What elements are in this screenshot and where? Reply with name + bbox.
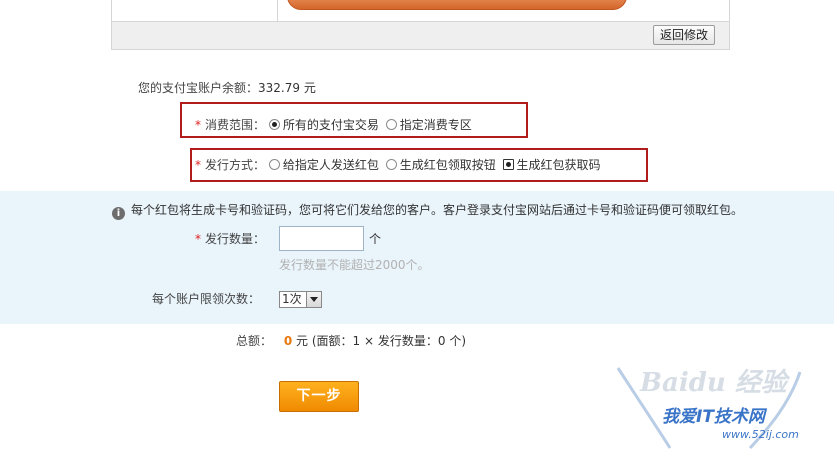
total-amount: 0 bbox=[283, 334, 293, 348]
info-icon: i bbox=[112, 207, 125, 220]
total-label: 总额： bbox=[236, 334, 273, 348]
quantity-hint: 发行数量不能超过2000个。 bbox=[279, 258, 430, 272]
quantity-input[interactable] bbox=[279, 226, 364, 251]
scope-zone-radio[interactable] bbox=[385, 119, 397, 130]
back-to-edit-button[interactable]: 返回修改 bbox=[652, 25, 715, 45]
balance-value: 332.79 元 bbox=[258, 81, 316, 95]
limit-select[interactable]: 1次 bbox=[279, 291, 322, 308]
balance-row: 您的支付宝账户余额：332.79 元 bbox=[138, 80, 316, 96]
total-detail: (面额：1 × 发行数量：0 个) bbox=[311, 334, 467, 348]
scope-row: * 消费范围： 所有的支付宝交易 指定消费专区 bbox=[195, 117, 475, 133]
scope-zone-label[interactable]: 指定消费专区 bbox=[400, 118, 472, 132]
required-mark: * bbox=[195, 118, 201, 132]
issue-button-radio[interactable] bbox=[385, 159, 397, 170]
scope-all-radio[interactable] bbox=[268, 119, 280, 130]
quantity-label-row: * 发行数量： bbox=[195, 231, 265, 247]
required-mark: * bbox=[195, 232, 201, 246]
next-step-button[interactable]: 下一步 bbox=[279, 381, 359, 412]
quantity-label: 发行数量： bbox=[205, 232, 266, 246]
quantity-unit: 个 bbox=[369, 232, 382, 246]
preview-panel: 返回修改 bbox=[111, 0, 730, 50]
info-text: 每个红包将生成卡号和验证码，您可将它们发给您的客户。客户登录支付宝网站后通过卡号… bbox=[131, 203, 744, 217]
total-unit: 元 bbox=[296, 334, 309, 348]
chevron-down-icon[interactable] bbox=[306, 292, 321, 307]
watermark-brand: Baidu 经验 bbox=[640, 368, 787, 398]
info-row: i 每个红包将生成卡号和验证码，您可将它们发给您的客户。客户登录支付宝网站后通过卡… bbox=[112, 202, 743, 220]
issue-code-radio[interactable] bbox=[502, 159, 514, 170]
issue-method-row: * 发行方式： 给指定人发送红包 生成红包领取按钮 生成红包获取码 bbox=[195, 157, 604, 173]
red-envelope-preview-banner bbox=[287, 0, 627, 10]
total-row: 总额： 0 元 (面额：1 × 发行数量：0 个) bbox=[236, 333, 466, 349]
issue-send-label[interactable]: 给指定人发送红包 bbox=[283, 158, 379, 172]
issue-code-label[interactable]: 生成红包获取码 bbox=[517, 158, 601, 172]
limit-label: 每个账户限领次数： bbox=[152, 292, 261, 306]
preview-footer: 返回修改 bbox=[112, 21, 729, 49]
preview-left-cell bbox=[112, 0, 278, 21]
scope-label: 消费范围： bbox=[205, 118, 266, 132]
issue-send-radio[interactable] bbox=[268, 159, 280, 170]
watermark: Baidu 经验 我爱IT技术网 www.52ij.com bbox=[600, 362, 834, 449]
issue-button-label[interactable]: 生成红包领取按钮 bbox=[400, 158, 496, 172]
balance-label: 您的支付宝账户余额： bbox=[138, 81, 259, 95]
scope-all-label[interactable]: 所有的支付宝交易 bbox=[283, 118, 379, 132]
watermark-url: www.52ij.com bbox=[722, 428, 799, 441]
issue-method-label: 发行方式： bbox=[205, 158, 266, 172]
required-mark: * bbox=[195, 158, 201, 172]
watermark-swoosh-icon bbox=[616, 367, 802, 449]
watermark-site-name: 我爱IT技术网 bbox=[662, 407, 765, 427]
limit-selected-value: 1次 bbox=[282, 292, 302, 306]
